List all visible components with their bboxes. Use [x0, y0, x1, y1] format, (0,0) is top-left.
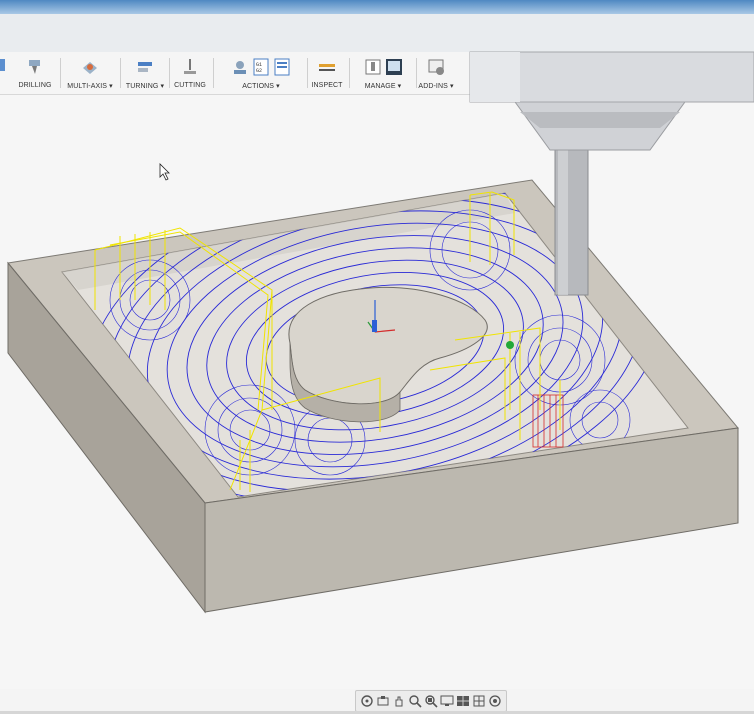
orbit-icon[interactable] [360, 694, 374, 708]
look-at-icon[interactable] [376, 694, 390, 708]
display-settings-icon[interactable] [440, 694, 454, 708]
environment-icon[interactable] [488, 694, 502, 708]
pan-hand-icon[interactable] [392, 694, 406, 708]
toolpath-scene [7, 51, 754, 614]
viewports-icon[interactable] [472, 694, 486, 708]
mouse-cursor [159, 163, 170, 181]
zoom-icon[interactable] [408, 694, 422, 708]
grid-settings-icon[interactable] [456, 694, 470, 708]
fit-zoom-icon[interactable] [424, 694, 438, 708]
navigation-bar [355, 690, 507, 712]
tool-contact-marker [506, 341, 514, 349]
